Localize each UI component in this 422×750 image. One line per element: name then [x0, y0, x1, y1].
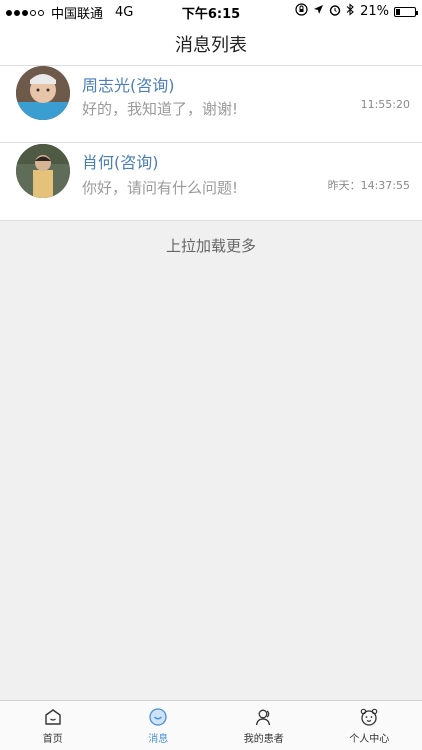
screen: 中国联通 4G 下午6:15 21% 消息列表 周志光(咨询) 好的，我知道了，… — [0, 0, 422, 750]
profile-icon — [360, 708, 378, 726]
battery-fill — [396, 8, 400, 15]
tab-label: 消息 — [148, 733, 169, 745]
tab-label: 个人中心 — [349, 733, 390, 745]
message-list: 周志光(咨询) 好的，我知道了，谢谢! 11:55:20 肖何(咨询) 你好，请… — [0, 66, 422, 221]
battery-icon — [394, 6, 418, 17]
message-time: 昨天：14:37:55 — [327, 179, 410, 192]
message-preview: 好的，我知道了，谢谢! — [82, 100, 239, 118]
message-icon — [149, 707, 167, 726]
contact-name: 肖何(咨询) — [82, 153, 159, 172]
tab-messages[interactable]: 消息 — [106, 701, 212, 750]
contact-name: 周志光(咨询) — [82, 76, 175, 95]
message-time: 11:55:20 — [360, 98, 410, 111]
bluetooth-icon — [346, 3, 355, 20]
message-preview: 你好，请问有什么问题! — [82, 179, 239, 197]
tab-patients[interactable]: 我的患者 — [211, 701, 317, 750]
status-bar: 中国联通 4G 下午6:15 21% — [0, 0, 422, 22]
tab-label: 我的患者 — [243, 733, 284, 745]
avatar — [16, 144, 70, 198]
location-icon — [313, 4, 324, 19]
load-more-hint: 上拉加载更多 — [165, 237, 256, 255]
page-title: 消息列表 — [175, 34, 247, 56]
tab-home[interactable]: 首页 — [0, 701, 106, 750]
tab-bar: 首页 消息 我的患者 个人中心 — [0, 700, 422, 750]
rotation-lock-icon — [295, 3, 308, 20]
home-icon — [45, 708, 61, 725]
battery-percent: 21% — [360, 4, 389, 19]
avatar — [16, 66, 70, 120]
patients-icon — [255, 709, 270, 725]
status-right: 21% — [295, 3, 418, 20]
tab-label: 首页 — [42, 733, 63, 745]
nav-bar: 消息列表 — [0, 22, 422, 66]
list-item[interactable]: 周志光(咨询) 好的，我知道了，谢谢! 11:55:20 — [0, 66, 422, 143]
tab-profile[interactable]: 个人中心 — [317, 701, 422, 750]
alarm-icon — [329, 4, 341, 20]
list-item[interactable]: 肖何(咨询) 你好，请问有什么问题! 昨天：14:37:55 — [0, 143, 422, 221]
